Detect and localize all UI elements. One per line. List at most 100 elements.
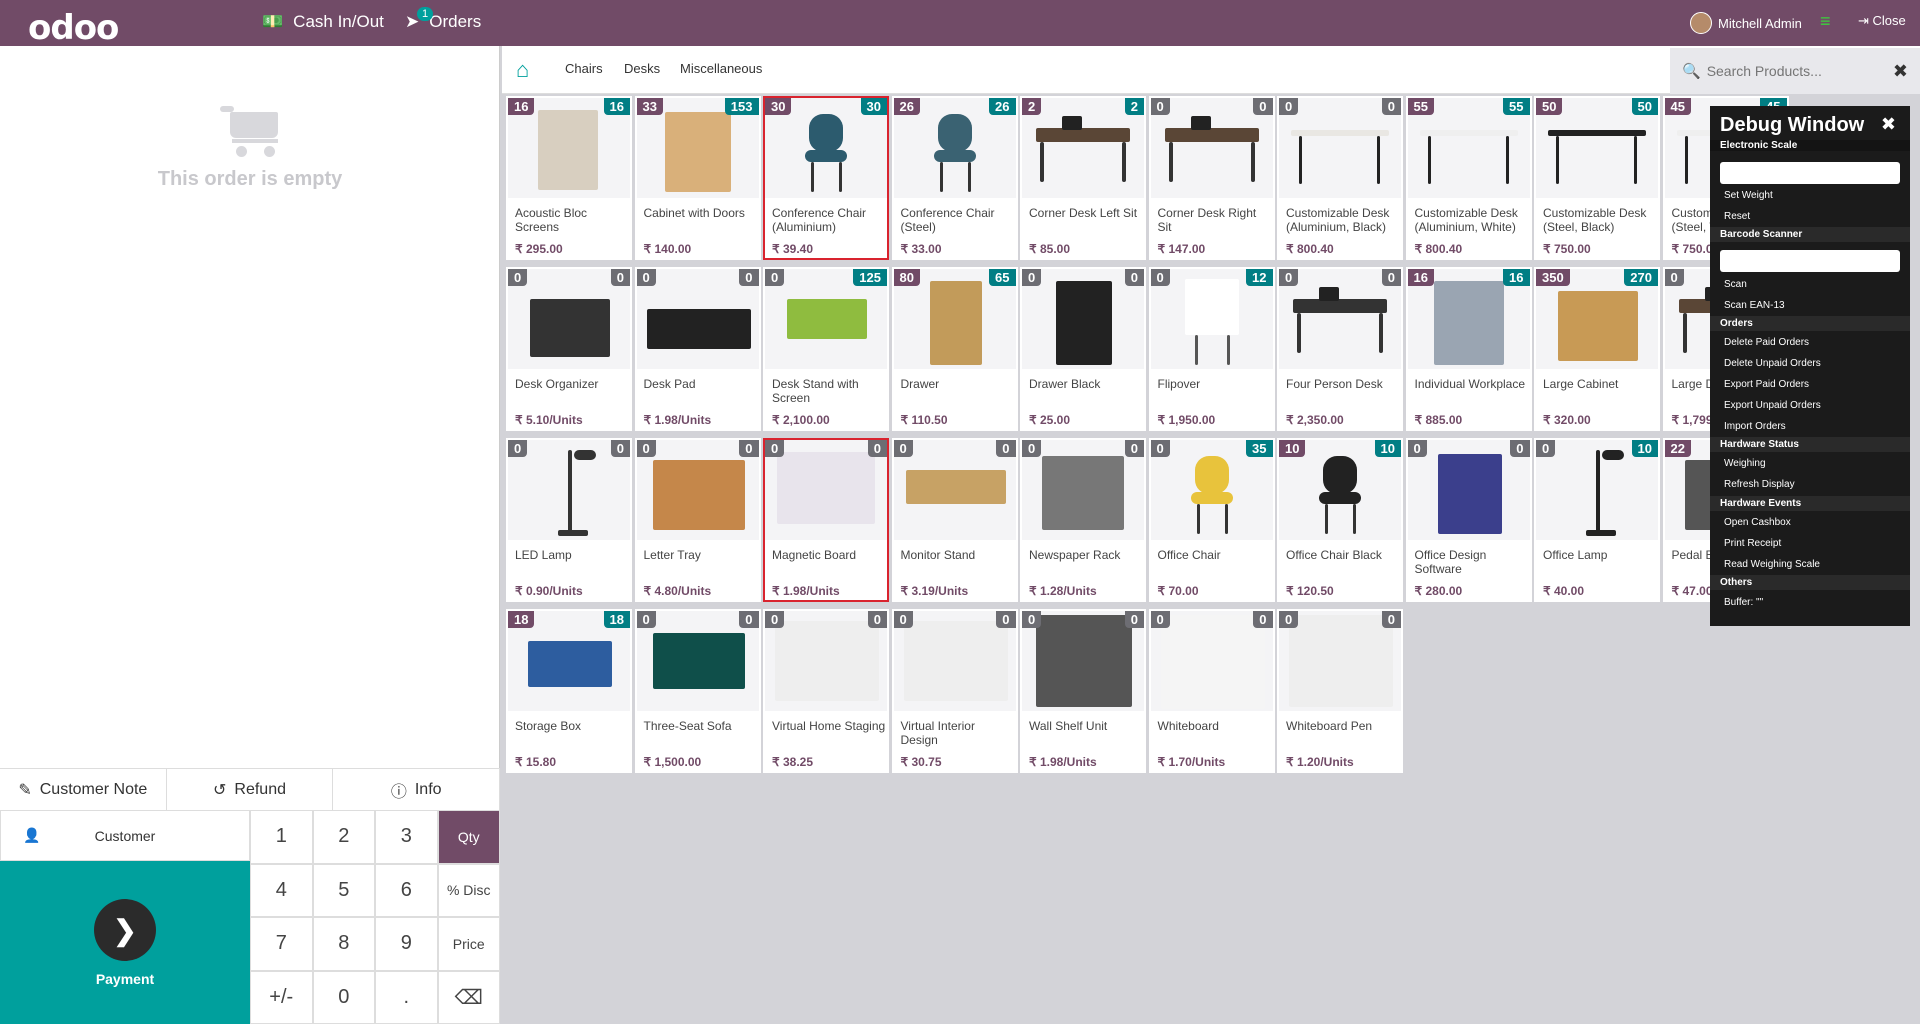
product-card[interactable]: 00Monitor Stand₹ 3.19/Units [892,438,1018,602]
delete-unpaid-orders-button[interactable]: Delete Unpaid Orders [1724,358,1821,369]
orders-count-badge: 1 [417,7,433,21]
customer-note-label: Customer Note [40,781,148,799]
product-card[interactable]: 00Whiteboard Pen₹ 1.20/Units [1277,609,1403,773]
category-miscellaneous[interactable]: Miscellaneous [680,61,762,76]
product-card[interactable]: 00Magnetic Board₹ 1.98/Units [763,438,889,602]
product-name: Desk Stand with Screen [772,377,886,405]
info-button[interactable]: ⓘ Info [333,769,500,810]
numpad-key-sign[interactable]: +/- [250,971,313,1024]
refresh-display-button[interactable]: Refresh Display [1724,479,1795,490]
print-receipt-button[interactable]: Print Receipt [1724,538,1781,549]
order-actions: ✎ Customer Note ↺ Refund ⓘ Info [0,768,500,810]
product-name: Drawer Black [1029,377,1143,391]
payment-button[interactable]: ❯ Payment [0,861,250,1024]
product-card[interactable]: 33153Cabinet with Doors₹ 140.00 [635,96,761,260]
category-desks[interactable]: Desks [624,61,660,76]
product-card[interactable]: 035Office Chair₹ 70.00 [1149,438,1275,602]
numpad-key-8[interactable]: 8 [313,917,376,971]
product-card[interactable]: 00Wall Shelf Unit₹ 1.98/Units [1020,609,1146,773]
product-card[interactable]: 00LED Lamp₹ 0.90/Units [506,438,632,602]
debug-section-orders: Orders [1710,316,1910,331]
import-orders-button[interactable]: Import Orders [1724,421,1786,432]
product-card[interactable]: 2626Conference Chair (Steel)₹ 33.00 [892,96,1018,260]
customer-button[interactable]: 👤 Customer [0,810,250,861]
qty-forecast-badge: 0 [996,611,1015,628]
numpad-key-6[interactable]: 6 [375,864,438,918]
product-card[interactable]: 00Newspaper Rack₹ 1.28/Units [1020,438,1146,602]
numpad-key-2[interactable]: 2 [313,810,376,864]
product-card[interactable]: 0125Desk Stand with Screen₹ 2,100.00 [763,267,889,431]
home-icon[interactable]: ⌂ [516,60,538,80]
user-menu[interactable]: Mitchell Admin [1690,12,1802,34]
close-button[interactable]: ⇥ Close [1858,13,1906,29]
product-card[interactable]: 8065Drawer₹ 110.50 [892,267,1018,431]
numpad-key-9[interactable]: 9 [375,917,438,971]
customer-note-button[interactable]: ✎ Customer Note [0,769,167,810]
delete-paid-orders-button[interactable]: Delete Paid Orders [1724,337,1809,348]
product-card[interactable]: 00Four Person Desk₹ 2,350.00 [1277,267,1403,431]
product-card[interactable]: 00Letter Tray₹ 4.80/Units [635,438,761,602]
product-card[interactable]: 00Corner Desk Right Sit₹ 147.00 [1149,96,1275,260]
product-card[interactable]: 00Virtual Interior Design₹ 30.75 [892,609,1018,773]
product-card[interactable]: 00Virtual Home Staging₹ 38.25 [763,609,889,773]
product-name: Office Lamp [1543,548,1657,562]
read-weighing-scale-button[interactable]: Read Weighing Scale [1724,559,1820,570]
orders-button[interactable]: ➤1 Orders [405,12,481,32]
product-card[interactable]: 00Office Design Software₹ 280.00 [1406,438,1532,602]
refund-button[interactable]: ↺ Refund [167,769,334,810]
product-card[interactable]: 00Customizable Desk (Aluminium, Black)₹ … [1277,96,1403,260]
product-card[interactable]: 00Desk Pad₹ 1.98/Units [635,267,761,431]
product-card[interactable]: 5555Customizable Desk (Aluminium, White)… [1406,96,1532,260]
numpad-key-0[interactable]: 0 [313,971,376,1024]
reset-button[interactable]: Reset [1724,211,1750,222]
product-card[interactable]: 010Office Lamp₹ 40.00 [1534,438,1660,602]
category-chairs[interactable]: Chairs [565,61,603,76]
numpad-key-3[interactable]: 3 [375,810,438,864]
qty-forecast-badge: 18 [604,611,630,628]
weighing-status[interactable]: Weighing [1724,458,1766,469]
numpad-mode-price[interactable]: Price [438,917,501,971]
product-card[interactable]: 00Desk Organizer₹ 5.10/Units [506,267,632,431]
set-weight-button[interactable]: Set Weight [1724,190,1773,201]
numpad-mode-qty[interactable]: Qty [438,810,501,864]
backspace-icon[interactable]: ⌫ [438,971,501,1024]
product-card[interactable]: 00Whiteboard₹ 1.70/Units [1149,609,1275,773]
product-card[interactable]: 5050Customizable Desk (Steel, Black)₹ 75… [1534,96,1660,260]
clear-search-icon[interactable]: ✖ [1893,61,1908,82]
product-name: Virtual Home Staging [772,719,886,733]
product-price: ₹ 1.98/Units [772,584,840,598]
export-unpaid-orders-button[interactable]: Export Unpaid Orders [1724,400,1821,411]
qty-forecast-badge: 0 [1382,98,1401,115]
numpad-key-1[interactable]: 1 [250,810,313,864]
product-card[interactable]: 00Three-Seat Sofa₹ 1,500.00 [635,609,761,773]
numpad-key-7[interactable]: 7 [250,917,313,971]
product-card[interactable]: 00Drawer Black₹ 25.00 [1020,267,1146,431]
product-card[interactable]: 012Flipover₹ 1,950.00 [1149,267,1275,431]
scan-ean13-button[interactable]: Scan EAN-13 [1724,300,1785,311]
product-price: ₹ 25.00 [1029,413,1070,427]
product-card[interactable]: 1818Storage Box₹ 15.80 [506,609,632,773]
product-name: Desk Pad [644,377,758,391]
open-cashbox-button[interactable]: Open Cashbox [1724,517,1791,528]
numpad-key-5[interactable]: 5 [313,864,376,918]
scan-button[interactable]: Scan [1724,279,1747,290]
cash-in-out-button[interactable]: 💵 Cash In/Out [262,12,384,32]
numpad-key-dot[interactable]: . [375,971,438,1024]
weight-input[interactable] [1720,162,1900,184]
qty-available-badge: 18 [508,611,534,628]
product-card[interactable]: 3030Conference Chair (Aluminium)₹ 39.40 [763,96,889,260]
barcode-input[interactable] [1720,250,1900,272]
close-icon[interactable]: ✖ [1881,114,1896,135]
product-card[interactable]: 350270Large Cabinet₹ 320.00 [1534,267,1660,431]
product-card[interactable]: 1616Individual Workplace₹ 885.00 [1406,267,1532,431]
product-card[interactable]: 1616Acoustic Bloc Screens₹ 295.00 [506,96,632,260]
product-name: Office Chair Black [1286,548,1400,562]
search-input[interactable] [1707,63,1887,79]
product-card[interactable]: 1010Office Chair Black₹ 120.50 [1277,438,1403,602]
product-card[interactable]: 22Corner Desk Left Sit₹ 85.00 [1020,96,1146,260]
qty-forecast-badge: 0 [868,440,887,457]
numpad-mode-discount[interactable]: % Disc [438,864,501,918]
numpad-key-4[interactable]: 4 [250,864,313,918]
qty-available-badge: 33 [637,98,663,115]
export-paid-orders-button[interactable]: Export Paid Orders [1724,379,1809,390]
